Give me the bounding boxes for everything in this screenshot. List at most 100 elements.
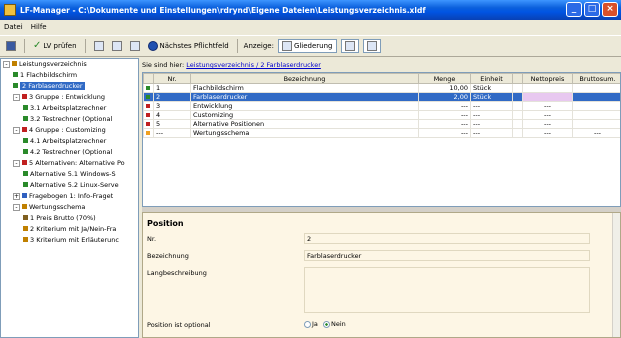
tree-item[interactable]: 3 Kriterium mit Erläuterunc xyxy=(1,235,138,246)
tree-item-label: 5 Alternativen: Alternative Po xyxy=(29,159,125,167)
table-row[interactable]: 5 Alternative Positionen --- --- --- xyxy=(143,119,620,129)
nr-label: Nr. xyxy=(147,235,157,243)
next-required-button[interactable]: Nächstes Pflichtfeld xyxy=(146,38,231,54)
toolbar-separator xyxy=(236,39,238,53)
header-einheit[interactable]: Einheit xyxy=(470,73,513,84)
header-bruttosumme[interactable]: Bruttosum. xyxy=(572,73,620,84)
maximize-button[interactable]: □ xyxy=(584,2,600,17)
tree-item[interactable]: 1 Flachbildschirm xyxy=(1,70,138,81)
tree-item[interactable]: - Wertungsschema xyxy=(1,202,138,213)
tree-item[interactable]: Alternative 5.1 Windows-S xyxy=(1,169,138,180)
detail-scrollbar[interactable] xyxy=(612,213,620,337)
row-status-cell xyxy=(143,92,154,102)
grid-header: Nr. Bezeichnung Menge Einheit Nettopreis… xyxy=(143,73,620,84)
tree-item[interactable]: 4.2 Testrechner (Optional xyxy=(1,147,138,158)
node-type-icon xyxy=(22,193,27,198)
lv-pruefen-button[interactable]: ✓ LV prüfen xyxy=(31,38,79,54)
header-menge[interactable]: Menge xyxy=(418,73,471,84)
table-row[interactable]: 4 Customizing --- --- --- xyxy=(143,110,620,120)
header-bezeichnung[interactable]: Bezeichnung xyxy=(190,73,419,84)
collapse-icon[interactable]: - xyxy=(13,204,20,211)
menu-hilfe[interactable]: Hilfe xyxy=(31,23,47,31)
collapse-icon[interactable]: - xyxy=(13,160,20,167)
header-nr[interactable]: Nr. xyxy=(153,73,191,84)
expand-icon[interactable]: + xyxy=(13,193,20,200)
cell-nr: 1 xyxy=(153,83,191,93)
cell-bez: Wertungsschema xyxy=(190,128,419,138)
table-view-button[interactable] xyxy=(340,39,359,53)
optional-label: Position ist optional xyxy=(147,321,211,329)
cell-netto xyxy=(522,83,573,93)
close-button[interactable]: × xyxy=(602,2,618,17)
breadcrumb-prefix: Sie sind hier: xyxy=(142,61,185,69)
cell-netto: --- xyxy=(522,110,573,120)
tree-item[interactable]: Alternative 5.2 Linux-Serve xyxy=(1,180,138,191)
tree-item[interactable]: - Leistungsverzeichnis xyxy=(1,59,138,70)
node-type-icon xyxy=(23,171,28,176)
table-row[interactable]: 1 Flachbildschirm 10,00 Stück xyxy=(143,83,620,93)
optional-radio-group: Ja Nein xyxy=(304,320,346,328)
navigation-tree[interactable]: - Leistungsverzeichnis 1 Flachbildschirm 2 … xyxy=(0,58,139,338)
ja-radio[interactable] xyxy=(304,320,311,328)
node-type-icon xyxy=(12,61,17,66)
header-mark xyxy=(143,73,154,84)
tree-item[interactable]: 1 Preis Brutto (70%) xyxy=(1,213,138,224)
grid-icon-button[interactable] xyxy=(92,38,106,54)
nr-field[interactable]: 2 xyxy=(304,233,590,244)
table-row[interactable]: 3 Entwicklung --- --- --- xyxy=(143,101,620,111)
node-type-icon xyxy=(23,149,28,154)
row-status-cell xyxy=(143,110,154,120)
menu-datei[interactable]: Datei xyxy=(4,23,23,31)
collapse-icon[interactable]: - xyxy=(13,94,20,101)
bezeichnung-field[interactable]: Farblaserdrucker xyxy=(304,250,590,261)
tree-item[interactable]: 3.1 Arbeitsplatzrechner xyxy=(1,103,138,114)
minimize-button[interactable]: _ xyxy=(566,2,582,17)
collapse-icon[interactable]: - xyxy=(3,61,10,68)
row-status-icon xyxy=(146,122,150,126)
row-status-cell xyxy=(143,83,154,93)
indent-icon-button[interactable] xyxy=(128,38,142,54)
nein-radio[interactable] xyxy=(322,320,330,328)
row-status-icon xyxy=(146,104,150,108)
tree-item[interactable]: 3.2 Testrechner (Optional xyxy=(1,114,138,125)
app-icon xyxy=(4,4,16,16)
gliederung-button[interactable]: Gliederung xyxy=(277,39,337,53)
langbeschreibung-field[interactable] xyxy=(304,267,590,313)
cell-menge: 2,00 xyxy=(418,92,471,102)
collapse-icon[interactable]: - xyxy=(13,127,20,134)
tree-item[interactable]: - 4 Gruppe : Customizing xyxy=(1,125,138,136)
tree-item-label: 1 Preis Brutto (70%) xyxy=(30,214,96,222)
langbeschreibung-label: Langbeschreibung xyxy=(147,269,207,277)
check-icon: ✓ xyxy=(33,40,42,51)
node-type-icon xyxy=(22,160,27,165)
save-button[interactable] xyxy=(4,38,18,54)
tree-item-label: 3.1 Arbeitsplatzrechner xyxy=(30,104,107,112)
header-nettopreis[interactable]: Nettopreis xyxy=(522,73,573,84)
tree-item[interactable]: + Fragebogen 1: Info-Fraget xyxy=(1,191,138,202)
tree-item[interactable]: - 5 Alternativen: Alternative Po xyxy=(1,158,138,169)
tree-item[interactable]: - 3 Gruppe : Entwicklung xyxy=(1,92,138,103)
detail-heading: Position xyxy=(147,219,184,228)
tree-item[interactable]: 2 Kriterium mit Ja/Nein-Fra xyxy=(1,224,138,235)
breadcrumb-path[interactable]: Leistungsverzeichnis / 2 Farblaserdrucke… xyxy=(186,61,321,69)
row-status-icon xyxy=(146,95,150,99)
cell-brutto xyxy=(572,92,620,102)
document-view-button[interactable] xyxy=(362,39,381,53)
table-row[interactable]: 2 Farblaserdrucker 2,00 Stück xyxy=(143,92,620,102)
cell-netto xyxy=(522,92,573,102)
tree-item-label: Leistungsverzeichnis xyxy=(19,60,87,68)
tree-item-label: Wertungsschema xyxy=(29,203,86,211)
ja-label: Ja xyxy=(312,320,318,328)
node-type-icon xyxy=(13,83,18,88)
anzeige-label: Anzeige: xyxy=(243,42,274,50)
node-type-icon xyxy=(22,204,27,209)
tree-item[interactable]: 4.1 Arbeitsplatzrechner xyxy=(1,136,138,147)
table-row[interactable]: --- Wertungsschema --- --- --- --- xyxy=(143,128,620,138)
node-type-icon xyxy=(13,72,18,77)
tree-item[interactable]: 2 Farblaserdrucker xyxy=(1,81,138,92)
cell-einheit: --- xyxy=(470,110,513,120)
list-icon-button[interactable] xyxy=(110,38,124,54)
document-icon xyxy=(366,41,377,51)
cell-nr: --- xyxy=(153,128,191,138)
cell-brutto xyxy=(572,110,620,120)
